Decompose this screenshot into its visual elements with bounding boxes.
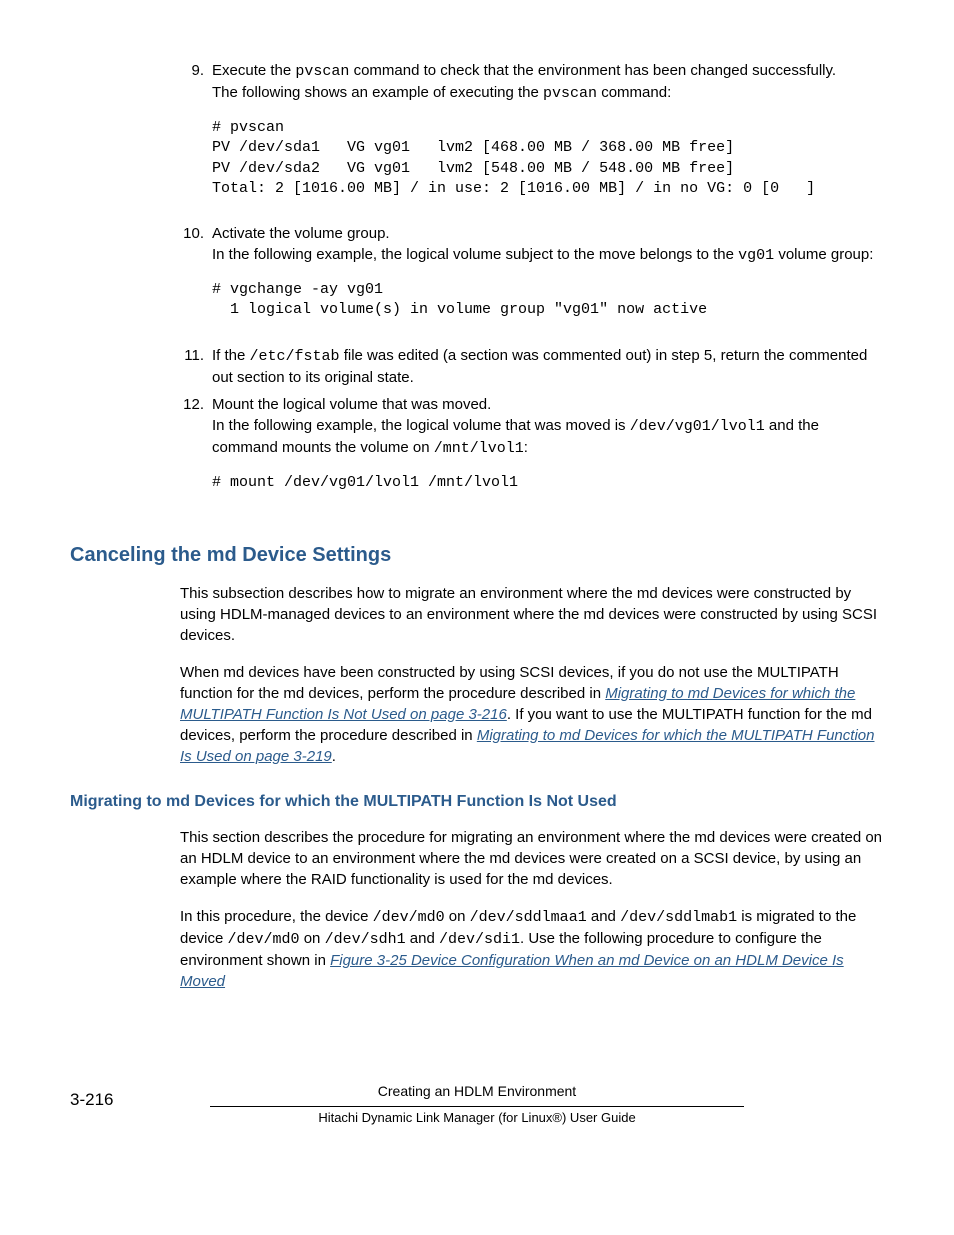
paragraph: This subsection describes how to migrate… [180, 583, 884, 646]
page-content: 9. Execute the pvscan command to check t… [0, 0, 954, 1157]
step-11: 11. If the /etc/fstab file was edited (a… [174, 345, 884, 388]
inline-code: /dev/md0 [228, 931, 300, 948]
step-text: If the /etc/fstab file was edited (a sec… [212, 345, 884, 388]
inline-code: pvscan [295, 63, 349, 80]
inline-code: /etc/fstab [250, 348, 340, 365]
inline-code: vg01 [738, 247, 774, 264]
step-10: 10. Activate the volume group. In the fo… [174, 223, 884, 339]
step-number: 9. [174, 60, 212, 217]
step-text: In the following example, the logical vo… [212, 415, 884, 459]
inline-code: /dev/md0 [373, 909, 445, 926]
subsection-body: This section describes the procedure for… [180, 827, 884, 992]
inline-code: /dev/vg01/lvol1 [630, 418, 765, 435]
section-heading: Canceling the md Device Settings [70, 541, 884, 569]
paragraph: In this procedure, the device /dev/md0 o… [180, 906, 884, 992]
inline-code: /dev/sdh1 [325, 931, 406, 948]
page-footer: 3-216 Creating an HDLM Environment Hitac… [70, 1082, 884, 1127]
paragraph: This section describes the procedure for… [180, 827, 884, 890]
page-number: 3-216 [70, 1088, 113, 1112]
paragraph: When md devices have been constructed by… [180, 662, 884, 767]
step-9: 9. Execute the pvscan command to check t… [174, 60, 884, 217]
step-text: Execute the pvscan command to check that… [212, 60, 884, 82]
step-number: 11. [174, 345, 212, 388]
step-text: The following shows an example of execut… [212, 82, 884, 104]
step-text: Activate the volume group. [212, 223, 884, 244]
inline-code: /dev/sdi1 [439, 931, 520, 948]
inline-code: /mnt/lvol1 [434, 440, 524, 457]
section-body: This subsection describes how to migrate… [180, 583, 884, 767]
footer-chapter: Creating an HDLM Environment [70, 1082, 884, 1102]
step-text: Mount the logical volume that was moved. [212, 394, 884, 415]
inline-code: /dev/sddlmab1 [620, 909, 737, 926]
step-12: 12. Mount the logical volume that was mo… [174, 394, 884, 511]
footer-divider [210, 1106, 744, 1107]
code-block: # pvscan PV /dev/sda1 VG vg01 lvm2 [468.… [212, 118, 884, 199]
footer-book-title: Hitachi Dynamic Link Manager (for Linux®… [70, 1109, 884, 1127]
step-number: 10. [174, 223, 212, 339]
step-text: In the following example, the logical vo… [212, 244, 884, 266]
inline-code: pvscan [543, 85, 597, 102]
inline-code: /dev/sddlmaa1 [470, 909, 587, 926]
step-number: 12. [174, 394, 212, 511]
code-block: # vgchange -ay vg01 1 logical volume(s) … [212, 280, 884, 321]
subsection-heading: Migrating to md Devices for which the MU… [70, 791, 884, 813]
ordered-list: 9. Execute the pvscan command to check t… [174, 60, 884, 511]
code-block: # mount /dev/vg01/lvol1 /mnt/lvol1 [212, 473, 884, 493]
